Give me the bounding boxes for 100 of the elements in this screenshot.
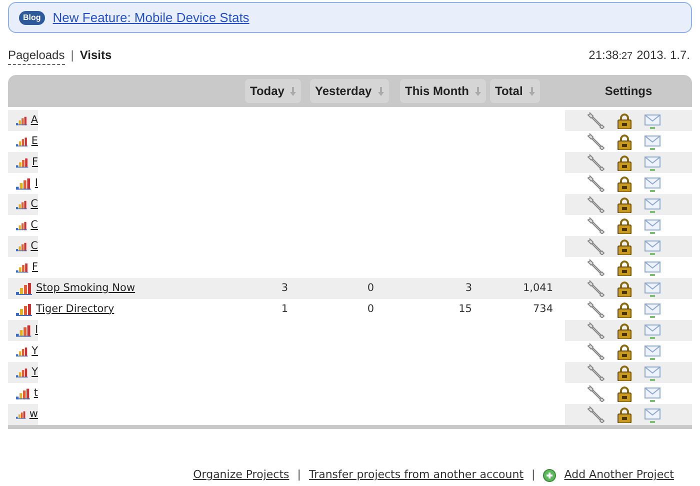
wrench-icon[interactable] [587, 259, 605, 276]
mail-icon[interactable] [644, 406, 661, 422]
mail-icon[interactable] [644, 322, 661, 338]
blog-badge: Blog [19, 10, 45, 24]
footer-link[interactable]: Add Another Project [564, 467, 674, 484]
chart-icon [16, 220, 28, 232]
table-cell: 3 [281, 282, 288, 294]
chart-icon [16, 240, 28, 252]
column-header[interactable]: Today [245, 79, 302, 103]
lock-icon[interactable] [617, 238, 632, 254]
chart-icon [16, 304, 33, 316]
table-cell: 1,041 [522, 282, 553, 294]
project-link[interactable]: A [30, 112, 38, 128]
mail-icon[interactable] [644, 280, 661, 296]
project-link[interactable]: Y [32, 344, 38, 360]
wrench-icon[interactable] [587, 217, 605, 234]
lock-icon[interactable] [617, 260, 632, 276]
chart-icon [16, 324, 32, 336]
wrench-icon[interactable] [587, 154, 605, 171]
mail-icon[interactable] [644, 386, 661, 402]
column-header[interactable]: This Month [400, 79, 486, 103]
project-link[interactable]: Stop Smoking Now [36, 280, 136, 296]
project-link[interactable]: F [32, 260, 38, 276]
lock-icon[interactable] [617, 154, 632, 170]
lock-icon[interactable] [617, 322, 632, 338]
wrench-icon[interactable] [587, 406, 605, 423]
mail-icon[interactable] [644, 134, 661, 150]
mail-icon[interactable] [644, 218, 661, 234]
feature-link[interactable]: New Feature: Mobile Device Stats [52, 8, 250, 28]
wrench-icon[interactable] [587, 343, 605, 360]
chart-icon [16, 262, 29, 274]
lock-icon[interactable] [617, 302, 632, 318]
view-tab[interactable]: Pageloads [8, 46, 65, 64]
table-cell: 15 [458, 302, 472, 315]
footer-link[interactable]: Organize Projects [193, 467, 290, 484]
view-tab[interactable]: Visits [80, 46, 112, 64]
project-link[interactable]: Y [32, 364, 38, 380]
wrench-icon[interactable] [587, 301, 605, 318]
project-link[interactable]: Tiger Directory [36, 302, 114, 318]
wrench-icon[interactable] [587, 364, 605, 381]
mail-icon[interactable] [644, 196, 661, 212]
wrench-icon[interactable] [587, 196, 605, 213]
column-header[interactable]: Total [490, 79, 540, 103]
separator: | [70, 47, 74, 64]
sort-arrow-icon [528, 86, 535, 96]
lock-icon[interactable] [617, 112, 632, 128]
mail-icon[interactable] [644, 260, 661, 276]
lock-icon[interactable] [617, 196, 632, 212]
separator: | [297, 467, 301, 483]
project-link[interactable]: C [30, 238, 38, 254]
project-link[interactable]: t [34, 386, 38, 402]
lock-icon[interactable] [617, 218, 632, 234]
footer-link[interactable]: Transfer projects from another account [308, 467, 524, 484]
lock-icon[interactable] [617, 344, 632, 360]
lock-icon[interactable] [617, 176, 632, 192]
chart-icon [16, 346, 29, 358]
wrench-icon[interactable] [587, 112, 605, 129]
sort-arrow-icon [474, 86, 481, 96]
clock-date: 2013. 1.7. [636, 47, 690, 64]
mail-icon[interactable] [644, 238, 661, 254]
separator: | [532, 467, 536, 483]
chart-icon [16, 198, 28, 210]
mail-icon[interactable] [644, 302, 661, 318]
mail-icon[interactable] [644, 154, 661, 170]
project-link[interactable]: C [30, 218, 38, 234]
project-link[interactable]: F [32, 154, 38, 170]
wrench-icon[interactable] [587, 280, 605, 297]
wrench-icon[interactable] [587, 175, 605, 192]
project-link[interactable]: w [29, 406, 38, 422]
wrench-icon[interactable] [587, 322, 605, 339]
chart-icon [16, 136, 28, 148]
project-link[interactable]: C [30, 196, 38, 212]
table-cell: 0 [367, 302, 374, 315]
mail-icon[interactable] [644, 364, 661, 380]
chart-icon [16, 366, 29, 378]
column-header[interactable]: Yesterday [310, 79, 389, 103]
chart-icon [16, 282, 33, 294]
mail-icon[interactable] [644, 344, 661, 360]
wrench-icon[interactable] [587, 238, 605, 255]
table-cell: 3 [465, 282, 472, 294]
lock-icon[interactable] [617, 386, 632, 402]
wrench-icon[interactable] [587, 133, 605, 150]
project-link[interactable]: E [31, 134, 38, 150]
lock-icon[interactable] [617, 406, 632, 422]
project-link[interactable]: I [34, 176, 38, 192]
table-cell: 0 [367, 282, 374, 294]
lock-icon[interactable] [617, 364, 632, 380]
chart-icon [16, 114, 28, 126]
plus-icon [543, 468, 556, 482]
clock-seconds: :27 [618, 50, 633, 64]
lock-icon[interactable] [617, 134, 632, 150]
mail-icon[interactable] [644, 176, 661, 192]
lock-icon[interactable] [617, 280, 632, 296]
clock-time: 21:38 [588, 47, 619, 64]
project-link[interactable]: l [35, 322, 38, 338]
mail-icon[interactable] [644, 112, 661, 128]
column-header: Settings [604, 83, 654, 100]
wrench-icon[interactable] [587, 385, 605, 402]
chart-icon [16, 178, 32, 190]
table-cell: 1 [281, 302, 288, 315]
